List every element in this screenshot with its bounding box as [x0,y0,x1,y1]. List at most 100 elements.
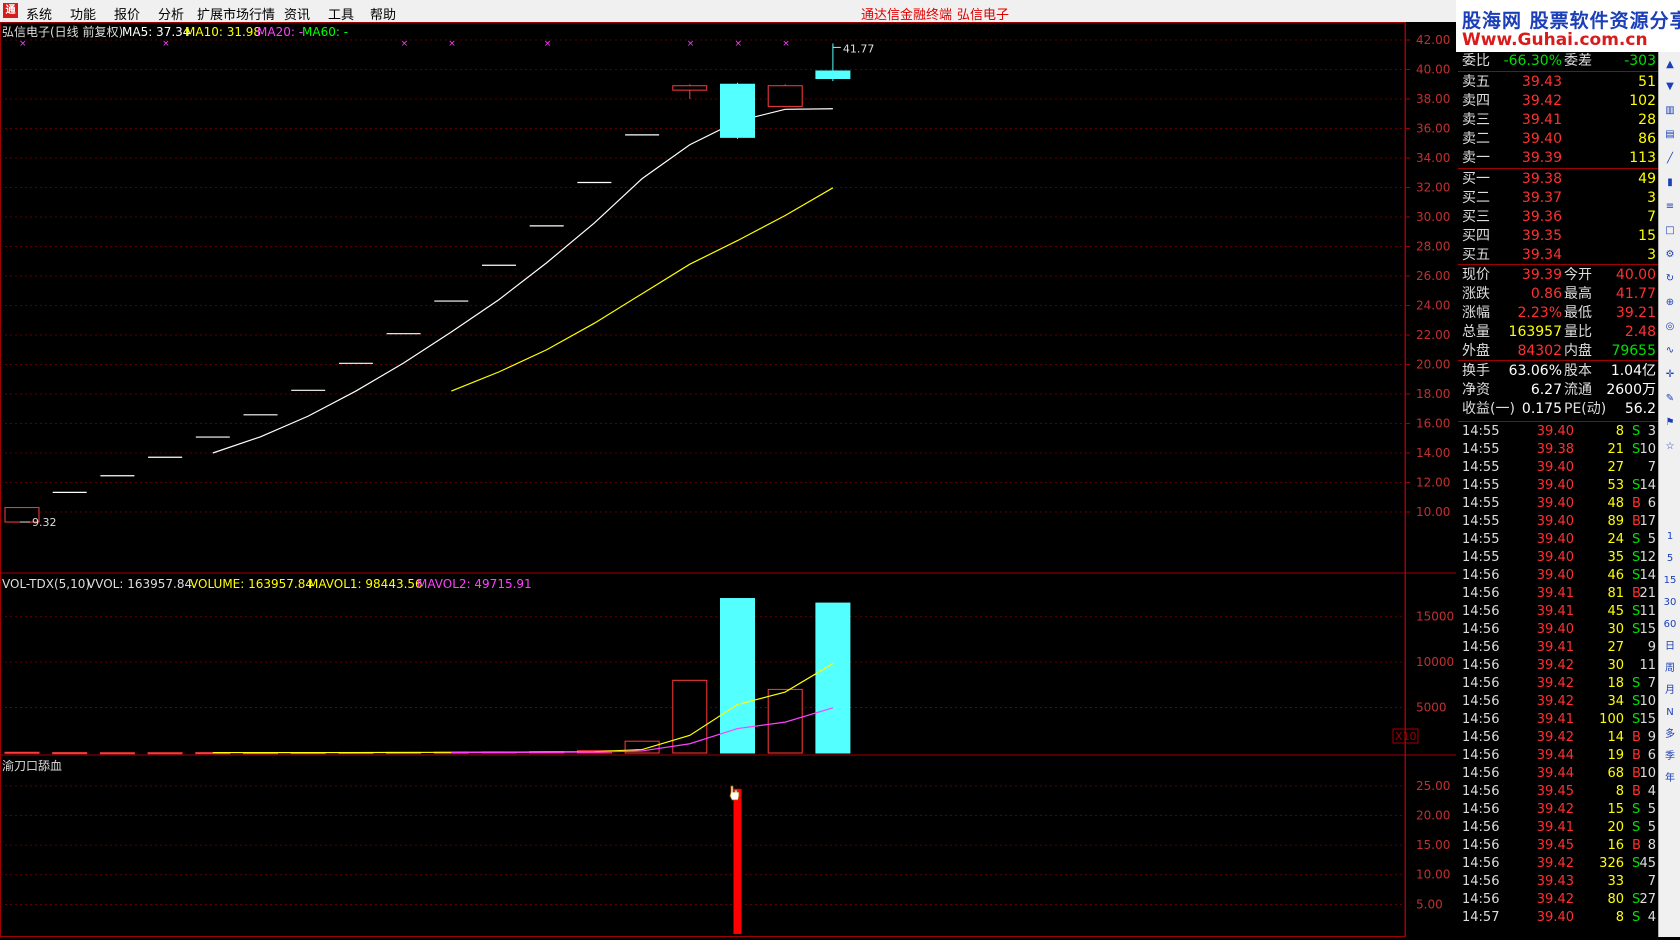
tick-row[interactable]: 14:56 39.40 30 S 15 [1458,621,1658,639]
menu-analysis[interactable]: 分析 [158,4,184,23]
flag-icon[interactable]: ⚑ [1661,414,1679,432]
tick-row[interactable]: 14:56 39.44 19 B 6 [1458,747,1658,765]
tick-vol: 100 [1599,712,1624,727]
document-icon[interactable]: □ [1661,222,1679,240]
tick-row[interactable]: 14:56 39.45 16 B 8 [1458,837,1658,855]
wave-icon[interactable]: ∿ [1661,342,1679,360]
line-chart-icon[interactable]: ╱ [1661,150,1679,168]
chart-area[interactable]: 42.00 40.00 38.00 36.00 34.00 32.00 30.00 28.00… [0,22,1456,937]
crosshair-icon[interactable]: ✛ [1661,366,1679,384]
candle-body[interactable] [672,85,708,91]
tick-time: 14:55 [1462,496,1500,511]
tick-time: 14:56 [1462,640,1500,655]
tick-row[interactable]: 14:55 39.40 48 B 6 [1458,495,1658,513]
tick-row[interactable]: 14:55 39.40 35 S 12 [1458,549,1658,567]
scroll-down-icon[interactable]: ▼ [1661,78,1679,96]
kline-icon[interactable]: ▥ [1661,102,1679,120]
tick-row[interactable]: 14:56 39.42 15 S 5 [1458,801,1658,819]
tick-row[interactable]: 14:55 39.40 53 S 14 [1458,477,1658,495]
candle-body[interactable] [815,70,851,79]
tick-vol: 89 [1607,514,1624,529]
refresh-icon[interactable]: ↻ [1661,270,1679,288]
tick-vol: 30 [1607,658,1624,673]
list-icon[interactable]: ≡ [1661,198,1679,216]
zoom-icon[interactable]: ⊕ [1661,294,1679,312]
menu-system[interactable]: 系统 [26,4,52,23]
tick-row[interactable]: 14:55 39.40 27 7 [1458,459,1658,477]
window-title-stock: 弘信电子 [957,8,1010,23]
event-marker: × [687,39,695,49]
menu-news[interactable]: 资讯 [284,4,310,23]
volume-bar[interactable] [815,602,851,754]
tick-row[interactable]: 14:55 39.40 24 S 5 [1458,531,1658,549]
quote-stat-v1: 84302 [1517,343,1562,359]
tick-row[interactable]: 14:56 39.41 81 B 21 [1458,585,1658,603]
tick-row[interactable]: 14:55 39.38 21 S 10 [1458,441,1658,459]
target-icon[interactable]: ◎ [1661,318,1679,336]
candle-body[interactable] [767,85,803,107]
gear-icon[interactable]: ⚙ [1661,246,1679,264]
indicator-tick-label: 5.00 [1416,897,1443,911]
tick-row[interactable]: 14:56 39.42 326 S 45 [1458,855,1658,873]
tick-row[interactable]: 14:56 39.42 18 S 7 [1458,675,1658,693]
table-icon[interactable]: ▤ [1661,126,1679,144]
order-level-price: 39.34 [1521,247,1562,263]
period-button[interactable]: N [1661,704,1679,722]
candle-body[interactable] [720,83,755,138]
period-button[interactable]: 30 [1661,594,1679,612]
period-button[interactable]: 多 [1661,726,1679,744]
period-button[interactable]: 年 [1661,770,1679,788]
menu-extended-market[interactable]: 扩展市场行情 [197,4,275,23]
period-button[interactable]: 5 [1661,550,1679,568]
volume-bar[interactable] [99,752,135,755]
tick-row[interactable]: 14:55 39.40 8 S 3 [1458,423,1658,441]
tick-row[interactable]: 14:56 39.41 20 S 5 [1458,819,1658,837]
volume-bar[interactable] [767,688,803,754]
volume-bar[interactable] [720,598,755,754]
period-button[interactable]: 周 [1661,660,1679,678]
tick-row[interactable]: 14:55 39.40 89 B 17 [1458,513,1658,531]
price-tick-label: 26.00 [1416,269,1450,283]
tick-row[interactable]: 14:56 39.44 68 B 10 [1458,765,1658,783]
menu-bar: 通 系统 功能 报价 分析 扩展市场行情 资讯 工具 帮助 通达信金融终端 弘信… [0,0,1680,23]
period-button[interactable]: 月 [1661,682,1679,700]
tick-row[interactable]: 14:56 39.45 8 B 4 [1458,783,1658,801]
volume-bars[interactable] [4,598,851,755]
chart-svg[interactable]: 42.00 40.00 38.00 36.00 34.00 32.00 30.00 28.00… [0,22,1456,937]
tick-price: 39.42 [1536,694,1574,709]
tick-row[interactable]: 14:56 39.40 46 S 14 [1458,567,1658,585]
indicator-axis-ticks: 25.00 20.00 15.00 10.00 5.00 [0,779,1450,911]
period-button[interactable]: 60 [1661,616,1679,634]
quote-stat-v2: 39.21 [1615,305,1656,321]
menu-tools[interactable]: 工具 [328,4,354,23]
volume-bar[interactable] [672,679,708,754]
company-stat-l1: 收益(一) [1462,401,1515,417]
tick-row[interactable]: 14:56 39.42 80 S 27 [1458,891,1658,909]
candlesticks[interactable] [4,43,851,523]
menu-help[interactable]: 帮助 [370,4,396,23]
menu-quote[interactable]: 报价 [114,4,140,23]
period-button[interactable]: 15 [1661,572,1679,590]
app-logo-icon[interactable]: 通 [3,3,18,18]
tick-price: 39.45 [1536,784,1574,799]
tick-row[interactable]: 14:56 39.41 27 9 [1458,639,1658,657]
period-button[interactable]: 季 [1661,748,1679,766]
pen-icon[interactable]: ✎ [1661,390,1679,408]
bar-chart-icon[interactable]: ▮ [1661,174,1679,192]
menu-function[interactable]: 功能 [70,4,96,23]
star-icon[interactable]: ☆ [1661,438,1679,456]
volume-bar[interactable] [52,752,88,755]
volume-bar[interactable] [4,751,40,754]
volume-bar[interactable] [147,752,183,755]
tick-row[interactable]: 14:56 39.42 14 B 9 [1458,729,1658,747]
period-button[interactable]: 1 [1661,528,1679,546]
tick-row[interactable]: 14:56 39.43 33 7 [1458,873,1658,891]
tick-row[interactable]: 14:56 39.42 30 11 [1458,657,1658,675]
tick-row[interactable]: 14:56 39.41 100 S 15 [1458,711,1658,729]
tick-row[interactable]: 14:57 39.40 8 S 4 [1458,909,1658,927]
separator [1458,360,1658,361]
period-button[interactable]: 日 [1661,638,1679,656]
scroll-up-icon[interactable]: ▲ [1661,56,1679,74]
tick-row[interactable]: 14:56 39.42 34 S 10 [1458,693,1658,711]
tick-row[interactable]: 14:56 39.41 45 S 11 [1458,603,1658,621]
